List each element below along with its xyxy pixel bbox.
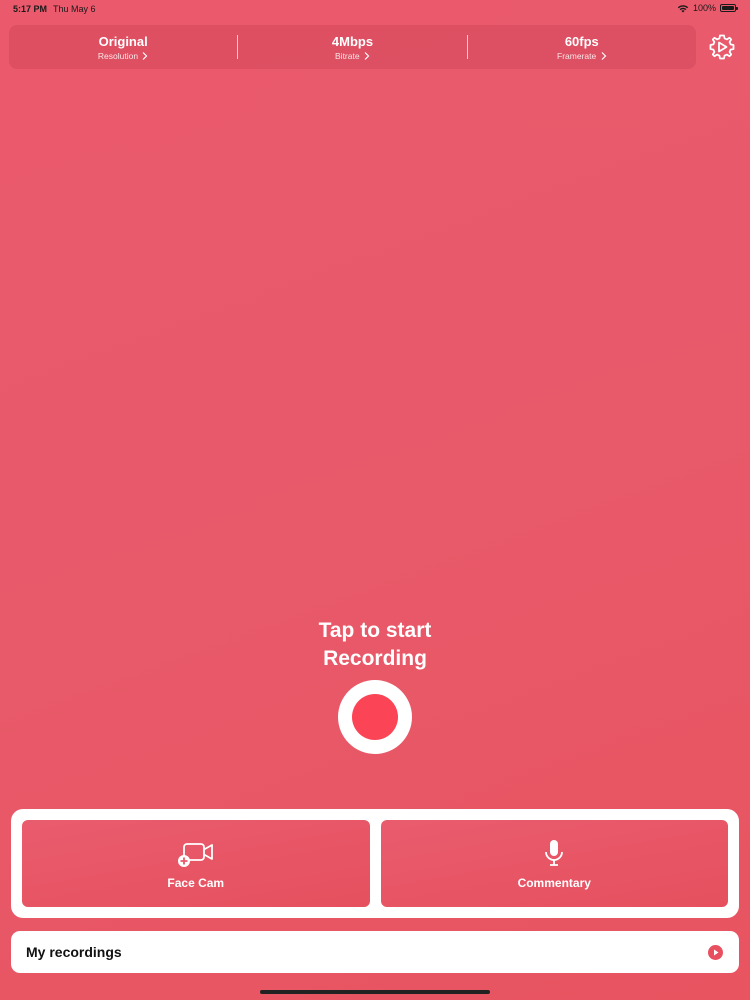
status-bar: 5:17 PM Thu May 6 100% xyxy=(0,0,750,18)
resolution-label: Resolution xyxy=(98,51,149,61)
framerate-setting[interactable]: 60fps Framerate xyxy=(468,34,696,61)
chevron-right-icon xyxy=(143,51,148,60)
microphone-icon xyxy=(545,839,564,866)
record-prompt: Tap to start Recording xyxy=(0,617,750,673)
bitrate-value: 4Mbps xyxy=(331,33,374,49)
status-right: 100% xyxy=(677,3,738,13)
framerate-label: Framerate xyxy=(557,51,607,61)
commentary-button[interactable]: Commentary xyxy=(380,820,728,907)
record-prompt-line1: Tap to start xyxy=(318,619,432,642)
chevron-right-icon xyxy=(364,51,370,60)
status-date: Thu May 6 xyxy=(53,4,96,14)
bitrate-setting[interactable]: 4Mbps Bitrate xyxy=(238,34,466,61)
resolution-value: Original xyxy=(98,33,148,49)
face-cam-button[interactable]: Face Cam xyxy=(22,820,370,907)
record-prompt-line2: Recording xyxy=(323,647,427,670)
gear-icon[interactable] xyxy=(708,33,736,61)
recording-settings-bar: Original Resolution 4Mbps Bitrate 60fps … xyxy=(9,25,696,69)
face-cam-label: Face Cam xyxy=(167,875,225,890)
home-indicator xyxy=(260,990,490,994)
my-recordings-button[interactable]: My recordings xyxy=(11,931,739,973)
bitrate-label: Bitrate xyxy=(335,51,370,61)
commentary-label: Commentary xyxy=(517,875,591,890)
resolution-setting[interactable]: Original Resolution xyxy=(9,34,237,61)
record-dot xyxy=(352,694,398,740)
chevron-right-icon xyxy=(601,51,606,60)
battery-percent: 100% xyxy=(692,3,716,13)
status-time: 5:17 PM xyxy=(13,4,48,14)
wifi-icon xyxy=(677,4,689,12)
my-recordings-label: My recordings xyxy=(26,944,122,960)
framerate-value: 60fps xyxy=(564,33,599,49)
mode-panel: Face Cam Commentary xyxy=(11,809,739,918)
play-circle-icon xyxy=(708,944,723,960)
record-button[interactable] xyxy=(338,680,412,754)
battery-icon xyxy=(720,4,738,12)
face-cam-add-icon xyxy=(177,842,213,867)
